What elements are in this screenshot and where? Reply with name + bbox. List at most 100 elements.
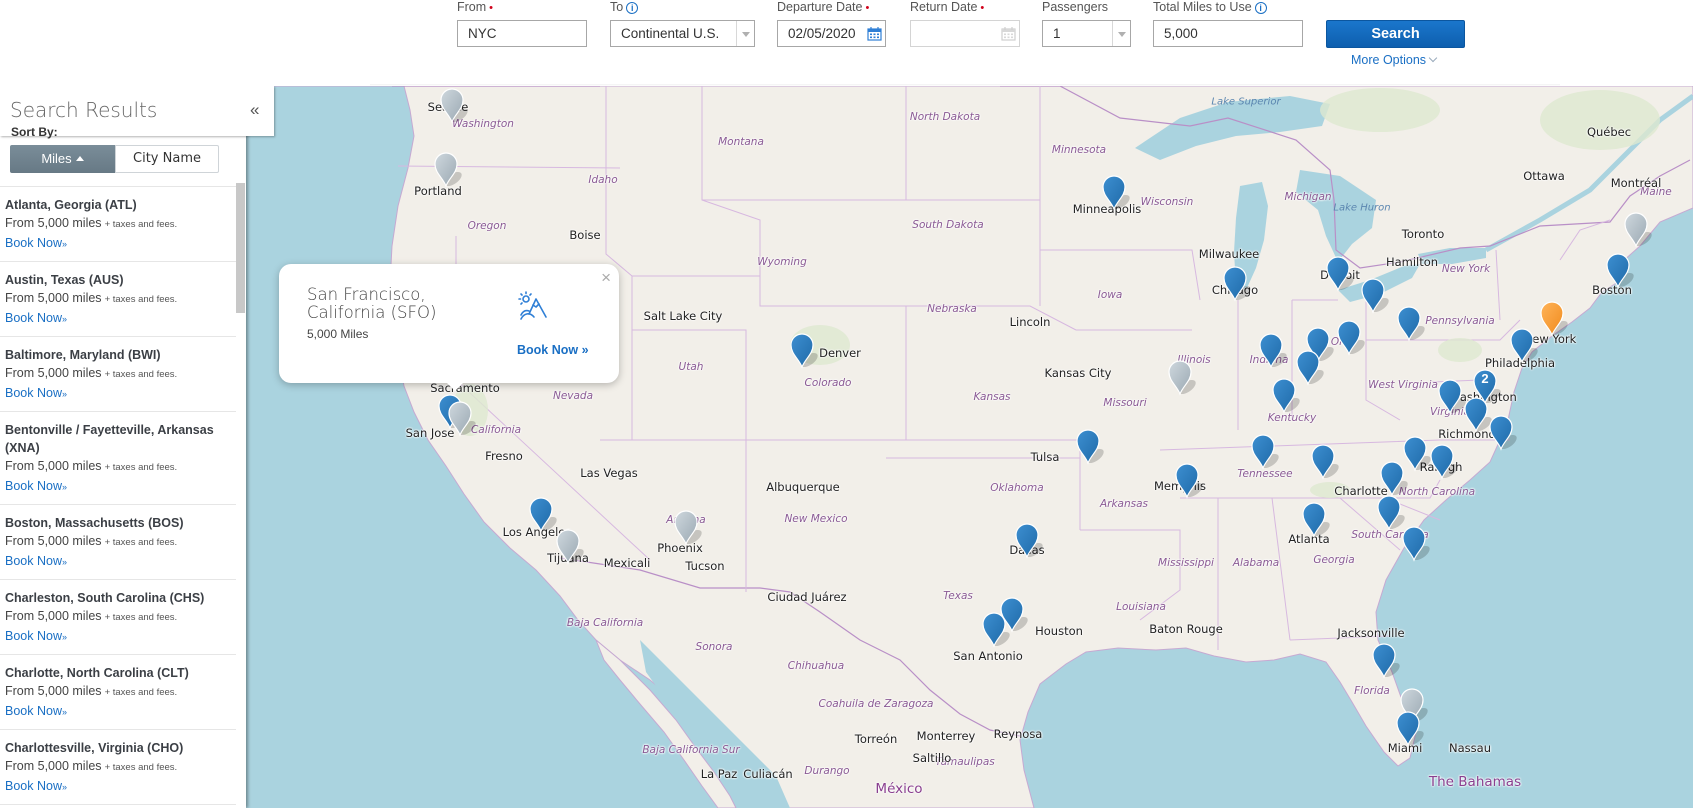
scrollbar-thumb[interactable] <box>236 183 245 313</box>
map-pin-inactive[interactable] <box>447 400 476 437</box>
map-pin-active[interactable] <box>1463 396 1492 433</box>
info-icon[interactable]: i <box>626 2 639 14</box>
map-pin-active[interactable] <box>1101 174 1130 211</box>
return-field-group: Return Date • <box>910 0 984 18</box>
map-pin-active[interactable] <box>1371 642 1400 679</box>
book-now-link[interactable]: Book Now» <box>5 702 236 721</box>
from-input[interactable]: NYC <box>457 20 587 47</box>
result-destination[interactable]: Charlotte, North Carolina (CLT) <box>5 664 236 682</box>
map-pin-inactive[interactable] <box>1167 359 1196 396</box>
popup-book-now-link[interactable]: Book Now » <box>517 343 589 357</box>
map-pin-active[interactable] <box>1429 443 1458 480</box>
map-pin-active[interactable] <box>1222 265 1251 302</box>
popup-close-button[interactable]: × <box>601 268 611 288</box>
map-pin-active[interactable] <box>1325 255 1354 292</box>
map-pin-active[interactable] <box>1401 525 1430 562</box>
city-label: Saltillo <box>912 751 952 765</box>
map-pin-active[interactable] <box>1376 494 1405 531</box>
map-pin-icon <box>1259 333 1287 369</box>
info-icon[interactable]: i <box>1254 2 1267 14</box>
calendar-icon[interactable] <box>1001 26 1016 41</box>
region-label: Nebraska <box>927 303 977 315</box>
book-now-link[interactable]: Book Now» <box>5 627 236 646</box>
water-label: Lake Huron <box>1333 202 1391 214</box>
sort-miles-button[interactable]: Miles <box>10 145 115 173</box>
city-label: Mexicali <box>603 556 651 570</box>
miles-field-group: Total Miles to Use i <box>1153 0 1267 18</box>
region-label: New Mexico <box>784 513 848 525</box>
map-pin-active[interactable] <box>1395 710 1424 747</box>
map-pin-active[interactable] <box>1174 462 1203 499</box>
map-pin-active[interactable] <box>1437 378 1466 415</box>
book-now-link[interactable]: Book Now» <box>5 234 236 253</box>
map-pin-active[interactable] <box>1396 305 1425 342</box>
collapse-panel-button[interactable]: « <box>250 100 259 120</box>
from-field-group: From • <box>457 0 493 18</box>
result-destination[interactable]: Boston, Massachusetts (BOS) <box>5 514 236 532</box>
passengers-select[interactable]: 1 <box>1042 20 1131 47</box>
result-destination[interactable]: Baltimore, Maryland (BWI) <box>5 346 236 364</box>
more-options-toggle[interactable]: More Options <box>1351 53 1438 67</box>
map-pin-active[interactable] <box>1271 377 1300 414</box>
departure-date-input[interactable]: 02/05/2020 <box>777 20 886 47</box>
map-pin-active[interactable] <box>1014 522 1043 559</box>
results-list: Atlanta, Georgia (ATL) From 5,000 miles + … <box>0 187 236 805</box>
map-pin-active[interactable] <box>1605 252 1634 289</box>
map-pin-origin[interactable] <box>1539 300 1568 337</box>
map-pin-active[interactable] <box>1509 327 1538 364</box>
book-now-link[interactable]: Book Now» <box>5 309 236 328</box>
map-pin-inactive[interactable] <box>555 528 584 565</box>
map-pin-inactive[interactable] <box>433 151 462 188</box>
book-now-link[interactable]: Book Now» <box>5 384 236 403</box>
result-miles: From 5,000 miles <box>5 684 102 698</box>
map-pin-active[interactable] <box>1402 435 1431 472</box>
calendar-icon[interactable] <box>867 26 882 41</box>
sort-city-name-button[interactable]: City Name <box>115 145 219 173</box>
book-now-link[interactable]: Book Now» <box>5 552 236 571</box>
book-now-link[interactable]: Book Now» <box>5 777 236 796</box>
map-pin-inactive[interactable] <box>439 87 468 124</box>
map-pin-active[interactable] <box>1258 332 1287 369</box>
return-date-input[interactable] <box>910 20 1020 47</box>
map-pin-icon <box>1606 253 1634 289</box>
result-item: Charlottesville, Virginia (CHO) From 5,00… <box>0 730 236 805</box>
map-pin-active[interactable] <box>1310 443 1339 480</box>
city-label: Culiacán <box>743 767 793 781</box>
miles-label: Total Miles to Use <box>1153 0 1252 14</box>
book-now-link[interactable]: Book Now» <box>5 477 236 496</box>
required-indicator: • <box>980 2 985 14</box>
map-pin-active[interactable] <box>1488 414 1517 451</box>
map-pin-active[interactable] <box>1336 319 1365 356</box>
result-destination[interactable]: Bentonville / Fayetteville, Arkansas (XN… <box>5 421 236 457</box>
map-pin-icon <box>434 152 462 188</box>
map-pin-active[interactable] <box>528 496 557 533</box>
region-label: Kansas <box>973 391 1011 403</box>
map-pin-active[interactable] <box>999 596 1028 633</box>
map-pin-active[interactable] <box>789 332 818 369</box>
result-destination[interactable]: Atlanta, Georgia (ATL) <box>5 196 236 214</box>
city-label: Hamilton <box>1385 255 1439 269</box>
map-pin-inactive[interactable] <box>1623 211 1652 248</box>
result-destination[interactable]: Charlottesville, Virginia (CHO) <box>5 739 236 757</box>
map-pin-active[interactable] <box>1075 428 1104 465</box>
map-pin-active[interactable] <box>1295 349 1324 386</box>
map-pin-icon <box>1377 495 1405 531</box>
region-label: Iowa <box>1097 289 1123 301</box>
search-button[interactable]: Search <box>1326 20 1465 48</box>
result-destination[interactable]: Charleston, South Carolina (CHS) <box>5 589 236 607</box>
result-price: From 5,000 miles + taxes and fees. <box>5 757 236 777</box>
city-label: Toronto <box>1401 227 1445 241</box>
map-pin-active[interactable] <box>1301 501 1330 538</box>
result-destination[interactable]: Austin, Texas (AUS) <box>5 271 236 289</box>
book-now-label: Book Now <box>5 554 62 568</box>
to-select[interactable]: Continental U.S. <box>610 20 755 47</box>
map-pin-active[interactable] <box>1250 433 1279 470</box>
map-pin-active[interactable] <box>1360 277 1389 314</box>
from-label: From <box>457 0 487 14</box>
result-item: Boston, Massachusetts (BOS) From 5,000 mi… <box>0 505 236 580</box>
map[interactable]: Washington Oregon Idaho Montana Wyoming Nevad… <box>0 86 1693 808</box>
map-pin-icon <box>1430 444 1458 480</box>
miles-input[interactable]: 5,000 <box>1153 20 1303 47</box>
map-pin-inactive[interactable] <box>673 509 702 546</box>
result-fees: + taxes and fees. <box>104 537 178 548</box>
